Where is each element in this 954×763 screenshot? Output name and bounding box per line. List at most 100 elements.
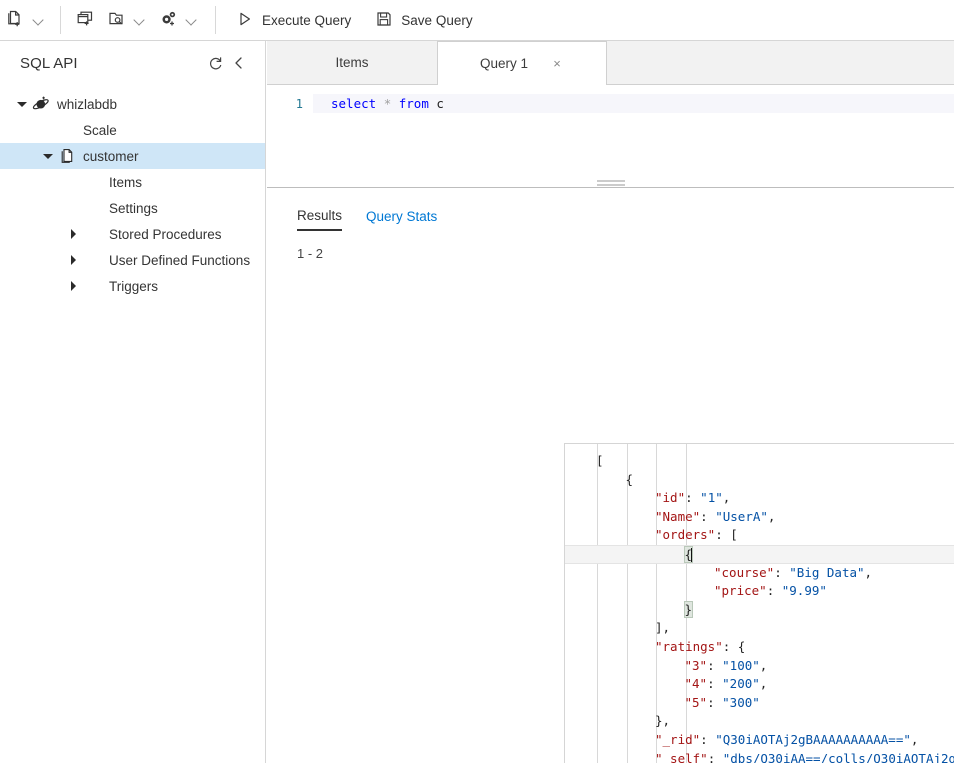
results-panel: Results Query Stats 1 - 2 [{"id": "1", "Na… [267, 188, 954, 763]
new-sql-query-button[interactable] [69, 4, 101, 36]
chevron-right-icon[interactable] [66, 252, 82, 268]
json-token: "price" [714, 583, 767, 599]
json-token: , [864, 564, 873, 580]
line-number: 1 [295, 96, 303, 111]
chevron-right-icon[interactable] [66, 278, 82, 294]
tree-item-stored-procedures[interactable]: Stored Procedures [0, 221, 265, 247]
sql-token: from [398, 96, 429, 111]
tree-icon-spacer [84, 251, 102, 269]
sql-token: c [436, 96, 444, 111]
json-token: : [707, 657, 723, 673]
json-token: "dbs/Q30iAA==/colls/Q30iAOTAj2g=/docs/Q3… [722, 750, 954, 763]
results-tab-query-stats[interactable]: Query Stats [366, 209, 437, 230]
json-line: "ratings": { [565, 638, 954, 657]
close-icon[interactable]: × [550, 57, 564, 71]
json-token: , [759, 676, 768, 692]
json-token: , [767, 508, 776, 524]
json-token: : [707, 694, 723, 710]
json-line: ], [565, 619, 954, 638]
json-token: : [715, 527, 731, 543]
tree-item-settings[interactable]: Settings [0, 195, 265, 221]
results-tab-strip: Results Query Stats [267, 188, 954, 232]
json-line: "_rid": "Q30iAOTAj2gBAAAAAAAAAA==", [565, 731, 954, 750]
tree-icon-spacer [84, 199, 102, 217]
json-token: "UserA" [715, 508, 768, 524]
tree-item-label: Stored Procedures [109, 226, 222, 242]
json-token: "300" [722, 694, 760, 710]
json-token: }, [655, 713, 671, 729]
command-separator-2 [215, 6, 216, 34]
editor-line-1: 1 select * from c [267, 94, 954, 113]
save-disk-icon [375, 10, 393, 31]
refresh-icon[interactable] [203, 51, 227, 75]
json-token: "id" [655, 490, 686, 506]
json-line: }, [565, 712, 954, 731]
tree-item-customer[interactable]: customer [0, 143, 265, 169]
collapse-panel-button[interactable] [227, 51, 251, 75]
result-range-label: 1 - 2 [297, 246, 324, 261]
command-bar: Execute Query Save Query [0, 0, 954, 41]
open-query-button[interactable] [101, 4, 153, 36]
tree-item-items[interactable]: Items [0, 169, 265, 195]
pane-splitter[interactable] [267, 178, 954, 187]
tab-query-1[interactable]: Query 1 × [437, 41, 607, 85]
new-item-button[interactable] [0, 4, 52, 36]
json-token: "orders" [655, 527, 716, 543]
tree-icon-spacer [84, 225, 102, 243]
json-token: "1" [700, 490, 723, 506]
json-token: : [766, 583, 782, 599]
command-group-actions: Execute Query Save Query [230, 0, 479, 41]
json-token: "ratings" [655, 638, 723, 654]
json-line: [ [565, 452, 954, 471]
open-query-folder-icon [107, 9, 127, 32]
json-token: [ [730, 527, 738, 543]
results-tab-results[interactable]: Results [297, 208, 343, 231]
command-separator-1 [60, 6, 61, 34]
json-token: "100" [722, 657, 760, 673]
json-line: "3": "100", [565, 657, 954, 676]
tree-item-label: Items [109, 174, 143, 190]
json-token: : [722, 638, 738, 654]
chevron-down-icon[interactable] [14, 96, 30, 112]
json-token: "4" [684, 676, 708, 692]
query-text[interactable]: select * from c [313, 94, 954, 113]
json-line: "_self": "dbs/Q30iAA==/colls/Q30iAOTAj2g… [565, 750, 954, 763]
sql-token: select [331, 96, 377, 111]
json-token: : [700, 731, 716, 747]
sidebar-header: SQL API [0, 41, 265, 85]
new-query-window-icon [75, 9, 95, 32]
sidebar-title: SQL API [20, 54, 78, 72]
tree-item-user-defined-functions[interactable]: User Defined Functions [0, 247, 265, 273]
json-line: { [565, 471, 954, 490]
json-token: "200" [722, 676, 760, 692]
tree-item-triggers[interactable]: Triggers [0, 273, 265, 299]
chevron-right-icon[interactable] [66, 226, 82, 242]
json-content: [{"id": "1", "Name": "UserA", "orders": [{… [565, 444, 954, 763]
json-token: [ [596, 453, 604, 468]
json-line: "course": "Big Data", [565, 564, 954, 583]
resource-tree: whizlabdb Scale customer Items Settings Store… [0, 85, 265, 299]
tree-item-whizlabdb[interactable]: whizlabdb [0, 91, 265, 117]
chevron-down-icon[interactable] [40, 148, 56, 164]
json-token: { [737, 638, 746, 654]
execute-query-button[interactable]: Execute Query [230, 4, 357, 36]
json-line: "4": "200", [565, 675, 954, 694]
json-token: "Q30iAOTAj2gBAAAAAAAAAA==" [715, 731, 911, 747]
new-stored-procedure-button[interactable] [153, 4, 205, 36]
execute-query-label: Execute Query [262, 12, 352, 28]
tree-item-scale[interactable]: Scale [0, 117, 265, 143]
save-query-button[interactable]: Save Query [369, 4, 478, 36]
json-result-viewer[interactable]: [{"id": "1", "Name": "UserA", "orders": [{… [564, 443, 954, 763]
json-token: "course" [714, 564, 775, 580]
json-line: "orders": [ [565, 526, 954, 545]
json-token: "5" [684, 694, 708, 710]
tree-item-label: whizlabdb [57, 96, 118, 112]
tree-icon-spacer [84, 277, 102, 295]
json-line: } [565, 600, 954, 620]
main-content-pane: Items Query 1 × 1 select * from c Results Q… [267, 41, 954, 763]
query-editor[interactable]: 1 select * from c [267, 85, 954, 188]
tab-items[interactable]: Items [267, 41, 437, 84]
command-group-new [0, 0, 52, 41]
